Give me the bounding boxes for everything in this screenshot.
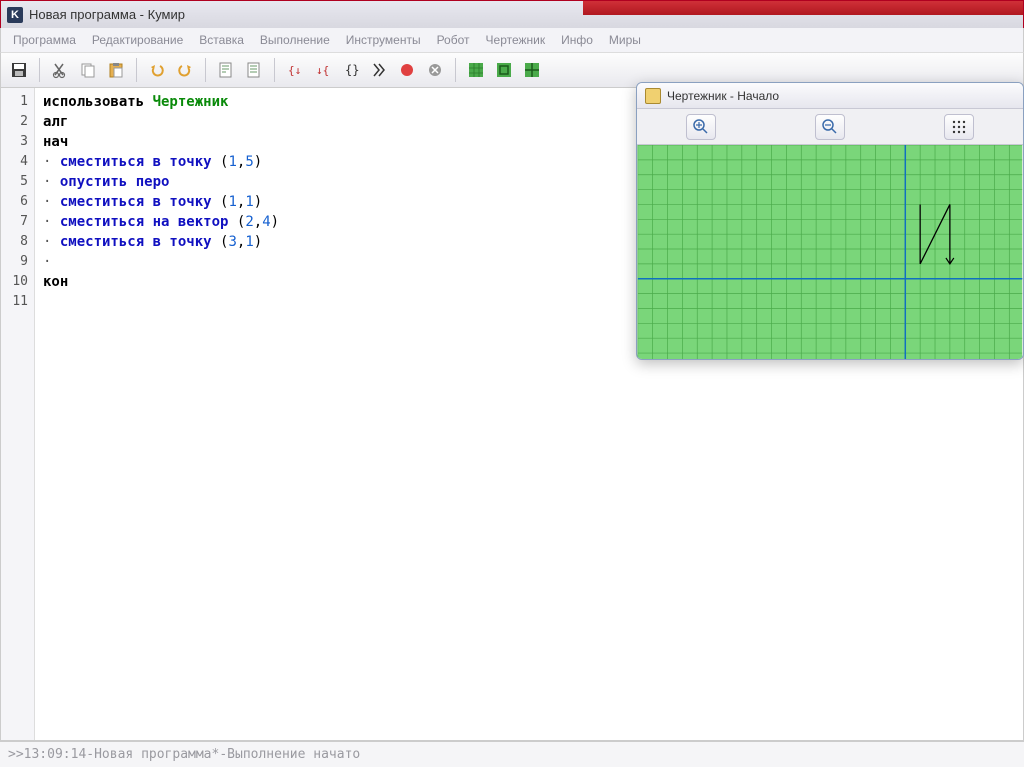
window-titlebar: K Новая программа - Кумир <box>0 0 1024 28</box>
status-message: Выполнение начато <box>227 747 360 762</box>
drawer-window[interactable]: Чертежник - Начало <box>636 82 1024 360</box>
doc2-icon[interactable] <box>242 58 266 82</box>
copy-icon[interactable] <box>76 58 100 82</box>
menu-инфо[interactable]: Инфо <box>553 30 601 50</box>
drawer-canvas[interactable] <box>637 145 1023 359</box>
drawer-titlebar[interactable]: Чертежник - Начало <box>637 83 1023 109</box>
status-bar: >> 13:09:14 - Новая программа* - Выполне… <box>0 741 1024 767</box>
run-icon[interactable] <box>367 58 391 82</box>
redo-icon[interactable] <box>173 58 197 82</box>
window-title: Новая программа - Кумир <box>29 7 185 22</box>
line-number: 4 <box>1 152 34 172</box>
undo-icon[interactable] <box>145 58 169 82</box>
cancel-icon[interactable] <box>423 58 447 82</box>
step-over-icon[interactable]: ↓{ <box>311 58 335 82</box>
menu-миры[interactable]: Миры <box>601 30 649 50</box>
drawer-toolbar <box>637 109 1023 145</box>
svg-text:{}: {} <box>345 63 359 77</box>
status-time: 13:09:14 <box>24 747 87 762</box>
cut-icon[interactable] <box>48 58 72 82</box>
paste-icon[interactable] <box>104 58 128 82</box>
line-number: 9 <box>1 252 34 272</box>
menu-программа[interactable]: Программа <box>5 30 84 50</box>
drawer-title: Чертежник - Начало <box>667 89 779 103</box>
menu-чертежник[interactable]: Чертежник <box>478 30 554 50</box>
zoom-out-icon[interactable] <box>815 114 845 140</box>
menu-редактирование[interactable]: Редактирование <box>84 30 191 50</box>
status-program: Новая программа* <box>94 747 219 762</box>
line-number: 3 <box>1 132 34 152</box>
app-icon: K <box>7 7 23 23</box>
line-number: 11 <box>1 292 34 312</box>
grid3-icon[interactable] <box>520 58 544 82</box>
menu-робот[interactable]: Робот <box>429 30 478 50</box>
menu-инструменты[interactable]: Инструменты <box>338 30 429 50</box>
grid2-icon[interactable] <box>492 58 516 82</box>
braces-icon[interactable]: {} <box>339 58 363 82</box>
line-gutter: 1234567891011 <box>1 88 35 740</box>
doc1-icon[interactable] <box>214 58 238 82</box>
line-number: 10 <box>1 272 34 292</box>
drawer-icon <box>645 88 661 104</box>
grid-dots-icon[interactable] <box>944 114 974 140</box>
menu-вставка[interactable]: Вставка <box>191 30 252 50</box>
svg-text:↓{: ↓{ <box>316 64 329 77</box>
line-number: 7 <box>1 212 34 232</box>
menu-выполнение[interactable]: Выполнение <box>252 30 338 50</box>
save-icon[interactable] <box>7 58 31 82</box>
line-number: 5 <box>1 172 34 192</box>
menubar: ПрограммаРедактированиеВставкаВыполнение… <box>0 28 1024 52</box>
line-number: 2 <box>1 112 34 132</box>
title-accent <box>583 1 1023 15</box>
line-number: 8 <box>1 232 34 252</box>
grid1-icon[interactable] <box>464 58 488 82</box>
stop-icon[interactable] <box>395 58 419 82</box>
line-number: 6 <box>1 192 34 212</box>
line-number: 1 <box>1 92 34 112</box>
zoom-in-icon[interactable] <box>686 114 716 140</box>
status-prefix: >> <box>8 747 24 762</box>
step-in-icon[interactable]: {↓ <box>283 58 307 82</box>
svg-text:{↓: {↓ <box>288 64 301 77</box>
